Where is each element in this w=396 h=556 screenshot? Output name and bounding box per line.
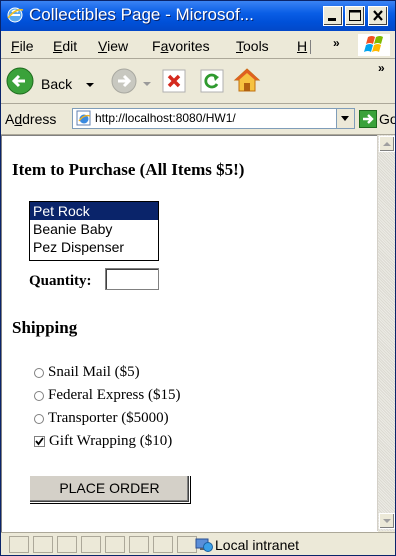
go-button[interactable]: Go	[359, 109, 396, 129]
shipping-label-snail-mail: Snail Mail ($5)	[48, 364, 140, 380]
toolbar-overflow-chevron[interactable]: »	[378, 61, 385, 75]
chevron-up-icon	[383, 142, 391, 146]
toolbar: Back »	[1, 59, 395, 104]
page-content: Item to Purchase (All Items $5!) Pet Roc…	[1, 135, 378, 532]
forward-arrow-icon[interactable]	[109, 66, 139, 96]
address-label: Address	[5, 111, 57, 127]
address-url: http://localhost:8080/HW1/	[95, 111, 236, 125]
radio-federal-express[interactable]	[34, 390, 44, 401]
shipping-label-federal-express: Federal Express ($15)	[48, 387, 181, 403]
status-cell	[81, 536, 101, 553]
status-cell	[129, 536, 149, 553]
menu-file[interactable]: File	[11, 38, 34, 54]
status-cell-progress	[9, 536, 29, 553]
forward-dropdown-icon[interactable]	[142, 79, 152, 89]
gift-wrapping-option[interactable]: Gift Wrapping ($10)	[34, 433, 172, 450]
radio-snail-mail[interactable]	[34, 367, 44, 378]
item-heading: Item to Purchase (All Items $5!)	[12, 160, 245, 179]
scroll-up-button[interactable]	[379, 136, 395, 152]
status-cell	[57, 536, 77, 553]
list-option-pet-rock[interactable]: Pet Rock	[30, 202, 158, 220]
minimize-button[interactable]	[323, 6, 343, 26]
scroll-down-button[interactable]	[379, 513, 395, 529]
shipping-option-transporter[interactable]: Transporter ($5000)	[34, 410, 169, 427]
minimize-icon	[328, 18, 336, 21]
gift-wrapping-label: Gift Wrapping ($10)	[49, 433, 173, 449]
status-cell	[177, 536, 197, 553]
menu-bar: File Edit View Favorites Tools H »	[1, 32, 395, 59]
address-input[interactable]: http://localhost:8080/HW1/	[72, 108, 355, 129]
shipping-option-snail-mail[interactable]: Snail Mail ($5)	[34, 364, 140, 381]
home-icon[interactable]	[233, 66, 261, 94]
go-arrow-icon	[359, 110, 377, 128]
address-bar: Address http://localhost:8080/HW1/ Go	[1, 104, 395, 135]
shipping-heading: Shipping	[12, 318, 78, 337]
gift-wrapping-checkbox[interactable]	[34, 436, 45, 448]
quantity-label: Quantity:	[29, 273, 92, 289]
menu-help[interactable]: H	[297, 38, 317, 55]
maximize-icon	[349, 10, 361, 21]
vertical-scrollbar[interactable]	[377, 135, 395, 531]
chevron-down-icon	[383, 519, 391, 523]
chevron-down-icon	[341, 116, 349, 121]
radio-transporter[interactable]	[34, 413, 44, 424]
window-title: Collectibles Page - Microsof...	[29, 5, 254, 24]
intranet-globe-icon	[195, 538, 213, 552]
security-zone-label: Local intranet	[215, 537, 300, 553]
close-icon	[373, 10, 383, 21]
list-option-pez-dispenser[interactable]: Pez Dispenser	[30, 238, 158, 256]
maximize-button[interactable]	[345, 6, 365, 26]
checkmark-icon	[35, 437, 44, 446]
stop-icon[interactable]	[162, 69, 186, 93]
title-bar[interactable]: Collectibles Page - Microsof...	[1, 1, 395, 31]
back-dropdown-icon[interactable]	[85, 80, 95, 90]
status-bar: Local intranet	[1, 532, 395, 555]
refresh-icon[interactable]	[200, 69, 224, 93]
menu-tools[interactable]: Tools	[236, 38, 269, 54]
ie-logo-icon	[7, 7, 24, 23]
status-cell	[105, 536, 125, 553]
menu-favorites[interactable]: Favorites	[152, 38, 210, 54]
browser-window: Collectibles Page - Microsof... File Edi…	[0, 0, 396, 556]
address-dropdown-button[interactable]	[336, 109, 354, 128]
shipping-label-transporter: Transporter ($5000)	[48, 410, 169, 426]
item-listbox[interactable]: Pet Rock Beanie Baby Pez Dispenser	[29, 201, 159, 261]
shipping-option-federal-express[interactable]: Federal Express ($15)	[34, 387, 180, 404]
windows-logo-icon	[358, 34, 390, 56]
quantity-input[interactable]	[105, 268, 159, 290]
back-label: Back	[41, 76, 73, 92]
status-cell	[33, 536, 53, 553]
go-label: Go	[379, 111, 396, 127]
menu-edit[interactable]: Edit	[53, 38, 77, 54]
status-cell	[153, 536, 173, 553]
menu-overflow-chevron[interactable]: »	[333, 36, 340, 50]
close-button[interactable]	[368, 6, 388, 26]
place-order-button[interactable]: PLACE ORDER	[29, 475, 190, 503]
back-button[interactable]: Back	[5, 65, 105, 97]
list-option-beanie-baby[interactable]: Beanie Baby	[30, 220, 158, 238]
page-icon	[76, 110, 91, 126]
menu-view[interactable]: View	[98, 38, 128, 54]
back-arrow-icon	[6, 67, 34, 95]
